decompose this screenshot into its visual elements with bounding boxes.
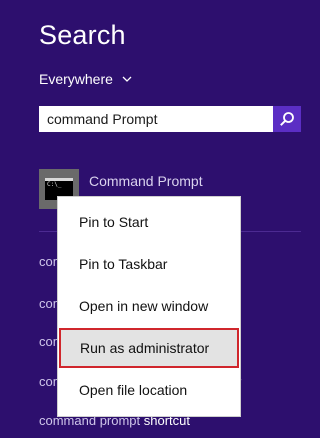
menu-item-run-as-administrator[interactable]: Run as administrator [59, 328, 239, 368]
command-prompt-icon-text: C:\_ [47, 181, 62, 188]
menu-item-open-file-location[interactable]: Open file location [59, 370, 239, 410]
top-result-label: Command Prompt [89, 173, 203, 189]
context-menu: Pin to Start Pin to Taskbar Open in new … [57, 196, 241, 417]
menu-item-open-in-new-window[interactable]: Open in new window [59, 286, 239, 326]
search-button[interactable] [273, 106, 301, 132]
chevron-down-icon [122, 76, 132, 82]
menu-item-pin-to-taskbar[interactable]: Pin to Taskbar [59, 244, 239, 284]
search-scope-label: Everywhere [39, 71, 113, 87]
search-input[interactable] [47, 111, 265, 127]
search-scope-dropdown[interactable]: Everywhere [39, 71, 132, 87]
search-input-container[interactable] [39, 106, 273, 132]
search-icon [280, 112, 294, 126]
menu-item-pin-to-start[interactable]: Pin to Start [59, 202, 239, 242]
search-title: Search [39, 20, 126, 50]
